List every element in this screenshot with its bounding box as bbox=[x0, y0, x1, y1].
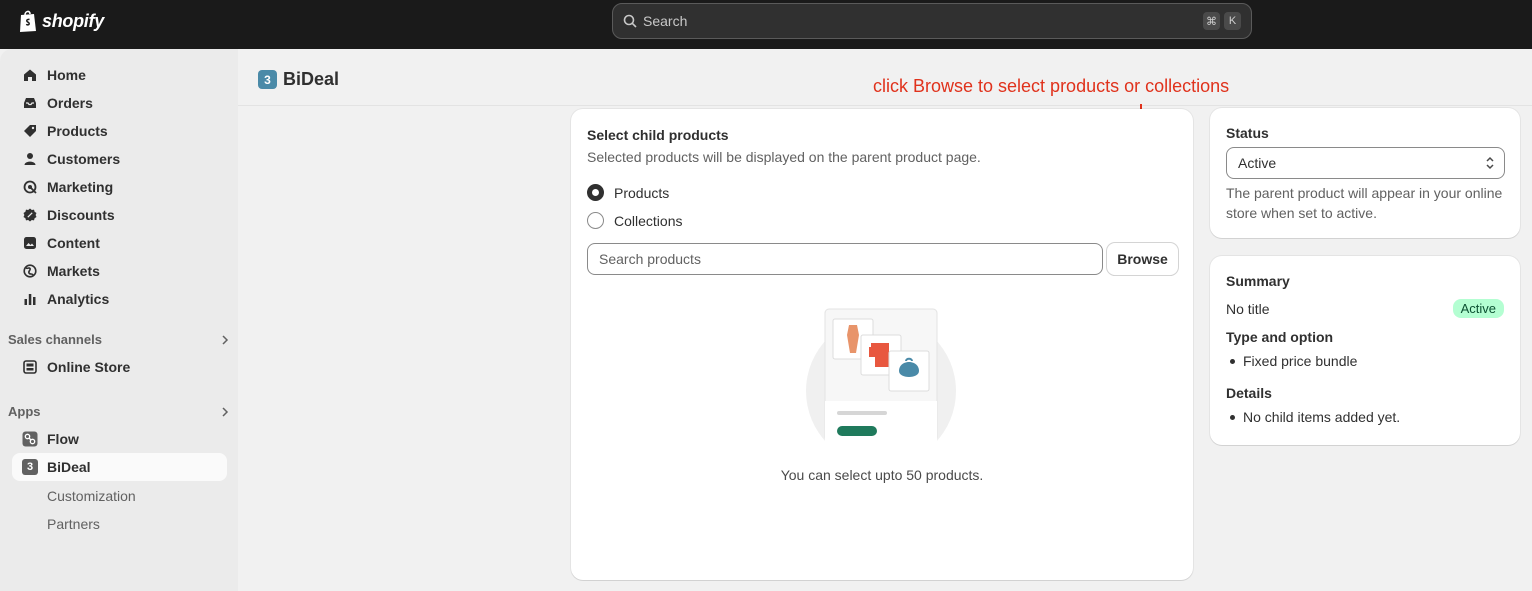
command-key: ⌘ bbox=[1203, 12, 1220, 30]
sidebar-item-customers[interactable]: Customers bbox=[12, 145, 227, 173]
summary-product-title: No title bbox=[1226, 301, 1270, 317]
sidebar-item-label: Discounts bbox=[47, 207, 115, 223]
sidebar-subitem-partners[interactable]: Partners bbox=[47, 516, 100, 532]
status-badge: Active bbox=[1452, 299, 1504, 318]
shopify-logo[interactable]: shopify bbox=[18, 9, 104, 33]
search-products-input[interactable]: Search products bbox=[587, 243, 1103, 275]
search-placeholder: Search bbox=[643, 13, 688, 29]
status-title: Status bbox=[1226, 125, 1269, 141]
select-chevron-icon bbox=[1486, 156, 1494, 170]
sidebar-item-flow[interactable]: Flow bbox=[12, 425, 227, 453]
sidebar-item-label: Orders bbox=[47, 95, 93, 111]
status-help: The parent product will appear in your o… bbox=[1226, 185, 1503, 221]
sidebar-item-label: Analytics bbox=[47, 291, 110, 307]
chevron-right-icon bbox=[222, 334, 229, 345]
sales-channels-label: Sales channels bbox=[8, 332, 102, 347]
page-title: BiDeal bbox=[283, 69, 340, 89]
sidebar-item-bideal[interactable]: 3 BiDeal bbox=[12, 453, 227, 481]
bullet-dot bbox=[1230, 358, 1235, 364]
status-select-value: Active bbox=[1238, 155, 1277, 171]
radio-checked-icon[interactable] bbox=[587, 184, 604, 201]
type-item: Fixed price bundle bbox=[1230, 353, 1357, 369]
empty-state-text: You can select upto 50 products. bbox=[780, 467, 984, 483]
globe-icon bbox=[22, 263, 38, 279]
apps-label: Apps bbox=[8, 404, 41, 419]
sidebar: Home Orders Products Customers Marketing… bbox=[0, 49, 238, 591]
chevron-right-icon bbox=[222, 406, 229, 417]
sales-channels-section[interactable]: Sales channels bbox=[8, 332, 230, 347]
top-bar: shopify Search ⌘ K bbox=[0, 0, 1532, 49]
content-icon bbox=[22, 235, 38, 251]
child-products-card: Select child products Selected products … bbox=[571, 109, 1193, 580]
summary-card: Summary No title Active Type and option … bbox=[1210, 256, 1520, 445]
type-heading: Type and option bbox=[1226, 329, 1334, 345]
target-icon bbox=[22, 179, 38, 195]
radio-label: Products bbox=[614, 184, 670, 201]
status-select[interactable]: Active bbox=[1226, 147, 1505, 179]
type-item-text: Fixed price bundle bbox=[1243, 353, 1358, 369]
sidebar-item-label: Marketing bbox=[47, 179, 114, 195]
details-item: No child items added yet. bbox=[1230, 409, 1400, 425]
bideal-app-badge: 3 bbox=[22, 459, 38, 475]
card-description: Selected products will be displayed on t… bbox=[587, 149, 981, 165]
details-heading: Details bbox=[1226, 385, 1272, 401]
card-title: Select child products bbox=[587, 127, 729, 143]
header-divider bbox=[238, 105, 1532, 106]
bideal-logo-icon: 3 bbox=[258, 70, 277, 89]
bar-chart-icon bbox=[22, 291, 38, 307]
sidebar-item-online-store[interactable]: Online Store bbox=[12, 353, 227, 381]
person-icon bbox=[22, 151, 38, 167]
apps-section[interactable]: Apps bbox=[8, 404, 230, 419]
sidebar-item-analytics[interactable]: Analytics bbox=[12, 285, 227, 313]
summary-title: Summary bbox=[1226, 273, 1290, 289]
sidebar-item-label: Online Store bbox=[47, 359, 131, 375]
sidebar-item-discounts[interactable]: Discounts bbox=[12, 201, 227, 229]
sidebar-item-label: Markets bbox=[47, 263, 100, 279]
global-search[interactable]: Search ⌘ K bbox=[612, 3, 1252, 39]
sidebar-item-orders[interactable]: Orders bbox=[12, 89, 227, 117]
sidebar-item-content[interactable]: Content bbox=[12, 229, 227, 257]
brand-name: shopify bbox=[42, 10, 104, 31]
radio-unchecked-icon[interactable] bbox=[587, 212, 604, 229]
shopify-bag-icon bbox=[20, 10, 36, 32]
bullet-dot bbox=[1230, 414, 1235, 420]
radio-label: Collections bbox=[614, 212, 683, 229]
browse-button[interactable]: Browse bbox=[1107, 243, 1178, 275]
annotation-text: click Browse to select products or colle… bbox=[873, 76, 1230, 96]
empty-state-illustration bbox=[806, 308, 956, 441]
sidebar-item-home[interactable]: Home bbox=[12, 61, 227, 89]
sidebar-item-label: Products bbox=[47, 123, 108, 139]
store-icon bbox=[22, 359, 38, 375]
inbox-icon bbox=[22, 95, 38, 111]
shortcut-hint: ⌘ K bbox=[1203, 12, 1241, 30]
sidebar-item-label: Content bbox=[47, 235, 100, 251]
k-key: K bbox=[1224, 12, 1241, 30]
radio-collections[interactable]: Collections bbox=[587, 212, 682, 229]
search-products-placeholder: Search products bbox=[599, 251, 701, 267]
sidebar-subitem-customization[interactable]: Customization bbox=[47, 488, 136, 504]
sidebar-item-label: Customers bbox=[47, 151, 121, 167]
home-icon bbox=[22, 67, 38, 83]
tag-icon bbox=[22, 123, 38, 139]
radio-products[interactable]: Products bbox=[587, 184, 669, 201]
search-icon bbox=[623, 14, 637, 28]
sidebar-item-label: BiDeal bbox=[47, 459, 91, 475]
bideal-app-icon: 3 bbox=[22, 459, 38, 475]
sidebar-item-label: Home bbox=[47, 67, 86, 83]
sidebar-item-label: Flow bbox=[47, 431, 79, 447]
sidebar-item-marketing[interactable]: Marketing bbox=[12, 173, 227, 201]
sidebar-item-products[interactable]: Products bbox=[12, 117, 227, 145]
details-item-text: No child items added yet. bbox=[1243, 409, 1401, 425]
sidebar-item-markets[interactable]: Markets bbox=[12, 257, 227, 285]
discount-icon bbox=[22, 207, 38, 223]
status-card: Status Active The parent product will ap… bbox=[1210, 108, 1520, 238]
page-header: 3 BiDeal bbox=[258, 69, 339, 90]
flow-icon bbox=[22, 431, 38, 447]
